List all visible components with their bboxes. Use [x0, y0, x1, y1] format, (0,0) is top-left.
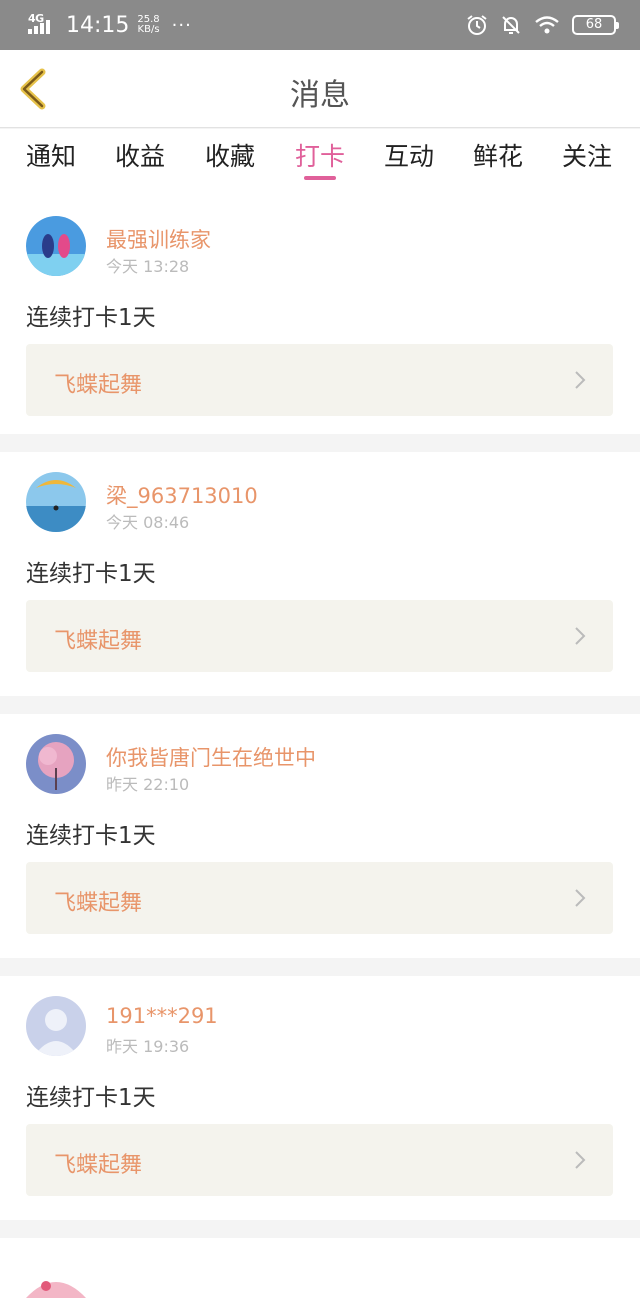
- timestamp: 昨天 22:10: [106, 775, 190, 794]
- avatar[interactable]: [26, 996, 86, 1056]
- chevron-right-icon: [575, 371, 586, 389]
- message-text: 连续打卡1天: [26, 1085, 156, 1111]
- tab-checkin[interactable]: 打卡: [295, 137, 345, 173]
- clock: 14:15: [66, 12, 130, 38]
- network-speed: 25.8 KB/s: [137, 15, 159, 35]
- chevron-right-icon: [575, 889, 586, 907]
- list-item: [0, 1238, 640, 1298]
- list-item: 191***291 昨天 19:36 连续打卡1天 飞蝶起舞: [0, 976, 640, 1220]
- signal-icon: 4G: [28, 10, 60, 40]
- user-name[interactable]: 你我皆唐门生在绝世中: [106, 742, 316, 772]
- list-item: 最强训练家 今天 13:28 连续打卡1天 飞蝶起舞: [0, 196, 640, 434]
- nav-bar: 消息: [0, 50, 640, 128]
- tab-following[interactable]: 关注: [562, 137, 612, 173]
- timestamp: 今天 13:28: [106, 257, 190, 276]
- battery-icon: 68: [572, 15, 619, 35]
- message-text: 连续打卡1天: [26, 823, 156, 849]
- user-name[interactable]: 191***291: [106, 1004, 218, 1028]
- course-link[interactable]: 飞蝶起舞: [26, 1124, 613, 1196]
- page-title: 消息: [290, 78, 350, 113]
- avatar[interactable]: [26, 216, 86, 276]
- course-link[interactable]: 飞蝶起舞: [26, 344, 613, 416]
- chevron-right-icon: [575, 1151, 586, 1169]
- tab-favorites[interactable]: 收藏: [205, 137, 255, 173]
- wifi-icon: [535, 16, 559, 34]
- avatar[interactable]: [26, 734, 86, 794]
- mute-bell-icon: [502, 16, 520, 34]
- active-tab-indicator: [304, 176, 336, 180]
- alarm-icon: [467, 15, 487, 35]
- more-dots-icon: ···: [171, 14, 192, 36]
- course-link[interactable]: 飞蝶起舞: [26, 862, 613, 934]
- message-text: 连续打卡1天: [26, 305, 156, 331]
- status-bar: 4G 14:15 25.8 KB/s ··· 68: [0, 0, 640, 50]
- list-item: 梁_963713010 今天 08:46 连续打卡1天 飞蝶起舞: [0, 452, 640, 696]
- tab-notifications[interactable]: 通知: [26, 137, 76, 173]
- tab-flowers[interactable]: 鲜花: [473, 137, 523, 173]
- message-text: 连续打卡1天: [26, 561, 156, 587]
- tab-interaction[interactable]: 互动: [384, 137, 434, 173]
- avatar[interactable]: [26, 1266, 86, 1298]
- list-item: 你我皆唐门生在绝世中 昨天 22:10 连续打卡1天 飞蝶起舞: [0, 714, 640, 958]
- checkin-list: 最强训练家 今天 13:28 连续打卡1天 飞蝶起舞 梁_963713010 今…: [0, 196, 640, 1298]
- course-link-label: 飞蝶起舞: [54, 373, 143, 398]
- course-link-label: 飞蝶起舞: [54, 629, 143, 654]
- course-link-label: 飞蝶起舞: [54, 1153, 143, 1178]
- user-name[interactable]: 梁_963713010: [106, 480, 258, 510]
- tab-bar: 通知 收益 收藏 打卡 互动 鲜花 关注: [0, 129, 640, 196]
- chevron-right-icon: [575, 627, 586, 645]
- tab-earnings[interactable]: 收益: [115, 137, 165, 173]
- user-name[interactable]: 最强训练家: [106, 224, 211, 254]
- avatar[interactable]: [26, 472, 86, 532]
- timestamp: 昨天 19:36: [106, 1037, 190, 1056]
- course-link-label: 飞蝶起舞: [54, 891, 143, 916]
- timestamp: 今天 08:46: [106, 513, 190, 532]
- course-link[interactable]: 飞蝶起舞: [26, 600, 613, 672]
- speed-unit: KB/s: [137, 24, 160, 35]
